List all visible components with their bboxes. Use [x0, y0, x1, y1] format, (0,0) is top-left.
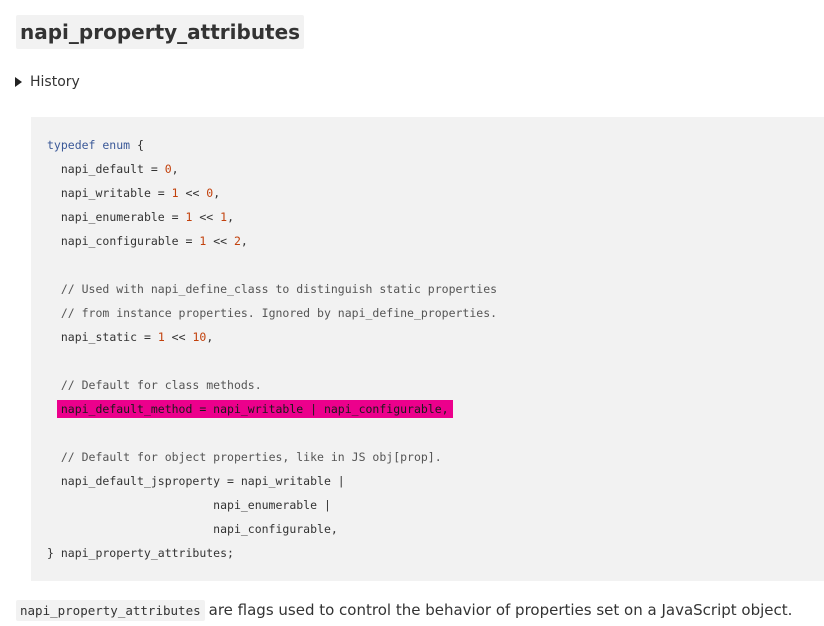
code-text: ,: [227, 210, 235, 224]
code-text: napi_configurable,: [213, 522, 338, 536]
code-identifier: napi_static: [60, 330, 138, 344]
code-line: napi_configurable,: [47, 517, 338, 541]
code-text: napi_default_jsproperty = napi_writable …: [60, 474, 345, 488]
code-text: ,: [213, 186, 221, 200]
code-number: 1: [157, 330, 165, 344]
code-text: <<: [178, 186, 207, 200]
code-text: =: [137, 330, 158, 344]
code-text: =: [164, 210, 186, 224]
code-text: {: [130, 138, 144, 152]
code-line: napi_default_jsproperty = napi_writable …: [47, 469, 345, 493]
code-line: // Default for object properties, like i…: [47, 445, 442, 469]
code-line: napi_configurable = 1 << 2,: [47, 229, 248, 253]
highlighted-code: napi_default_method = napi_writable | na…: [56, 400, 453, 418]
code-line: // from instance properties. Ignored by …: [47, 301, 497, 325]
code-comment: // Default for object properties, like i…: [60, 450, 442, 464]
history-label: History: [30, 74, 80, 90]
code-text: <<: [206, 234, 234, 248]
code-line: napi_static = 1 << 10,: [47, 325, 213, 349]
section-heading: napi_property_attributes: [16, 15, 305, 49]
code-block: typedef enum { napi_default = 0, napi_wr…: [31, 117, 824, 581]
code-text: ,: [240, 234, 248, 248]
code-text: =: [178, 234, 200, 248]
code-text: =: [143, 162, 165, 176]
code-line: // Used with napi_define_class to distin…: [47, 277, 497, 301]
doc-page: napi_property_attributes History typedef…: [0, 0, 824, 626]
code-text: =: [150, 186, 172, 200]
code-identifier: napi_configurable: [60, 234, 179, 248]
code-text: <<: [164, 330, 193, 344]
inline-code-term: napi_property_attributes: [16, 600, 205, 621]
code-line: napi_enumerable |: [47, 493, 331, 517]
description-paragraph: napi_property_attributes are flags used t…: [16, 598, 792, 622]
code-text: } napi_property_attributes;: [47, 546, 234, 560]
code-number: 10: [192, 330, 207, 344]
code-line-highlighted: napi_default_method = napi_writable | na…: [47, 397, 453, 421]
code-identifier: napi_enumerable: [60, 210, 165, 224]
code-identifier: napi_writable: [60, 186, 151, 200]
code-line: // Default for class methods.: [47, 373, 262, 397]
code-line: typedef enum {: [47, 133, 144, 157]
code-line: napi_default = 0,: [47, 157, 179, 181]
code-text: <<: [192, 210, 221, 224]
code-line: } napi_property_attributes;: [47, 541, 234, 565]
code-number: 2: [233, 234, 241, 248]
code-number: 0: [164, 162, 172, 176]
code-identifier: napi_default: [60, 162, 144, 176]
code-keyword: typedef enum: [47, 138, 131, 152]
code-number: 1: [171, 186, 179, 200]
description-text: are flags used to control the behavior o…: [208, 601, 793, 619]
code-comment: // from instance properties. Ignored by …: [60, 306, 498, 320]
code-comment: // Default for class methods.: [60, 378, 262, 392]
code-line: napi_writable = 1 << 0,: [47, 181, 220, 205]
history-toggle[interactable]: History: [15, 72, 80, 92]
code-text: napi_enumerable |: [213, 498, 331, 512]
code-line: napi_enumerable = 1 << 1,: [47, 205, 234, 229]
code-text: ,: [171, 162, 179, 176]
disclosure-triangle-icon: [15, 77, 22, 87]
code-text: ,: [206, 330, 214, 344]
code-comment: // Used with napi_define_class to distin…: [60, 282, 498, 296]
